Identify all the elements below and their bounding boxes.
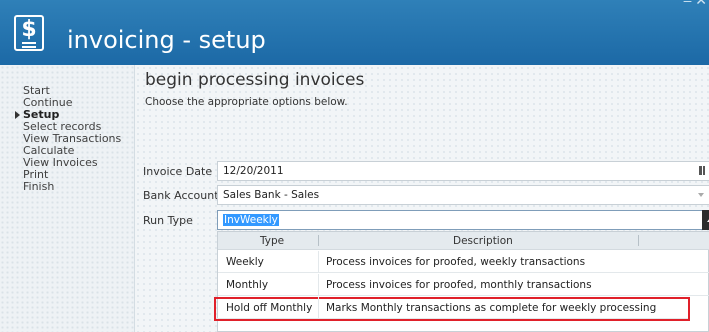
page-title: begin processing invoices bbox=[145, 70, 365, 90]
option-type: Monthly bbox=[226, 279, 269, 291]
run-type-dropdown: Type Description Weekly Process invoices… bbox=[214, 231, 709, 332]
run-type-select[interactable]: InvWeekly bbox=[217, 210, 709, 230]
dropdown-option-hold-off-monthly[interactable]: Hold off Monthly Marks Monthly transacti… bbox=[214, 297, 690, 321]
invoice-dollar-icon: $ bbox=[14, 15, 44, 51]
sidebar-item-finish[interactable]: Finish bbox=[23, 181, 121, 193]
column-header-description: Description bbox=[453, 235, 513, 247]
invoice-date-value: 12/20/2011 bbox=[223, 165, 284, 177]
run-type-value: InvWeekly bbox=[223, 214, 279, 226]
window-title: invoicing - setup bbox=[67, 26, 266, 54]
run-type-label: Run Type bbox=[143, 214, 193, 227]
minimize-icon[interactable]: – ✕ bbox=[684, 0, 707, 9]
wizard-steps: Start Continue Setup Select records View… bbox=[14, 85, 121, 193]
invoice-date-field[interactable]: 12/20/2011 bbox=[217, 161, 709, 181]
option-description: Marks Monthly transactions as complete f… bbox=[326, 302, 657, 314]
bank-account-value: Sales Bank - Sales bbox=[223, 189, 320, 201]
page-subtitle: Choose the appropriate options below. bbox=[145, 96, 348, 108]
sidebar-item-setup[interactable]: Setup bbox=[14, 109, 121, 121]
option-description: Process invoices for proofed, monthly tr… bbox=[326, 279, 592, 291]
chevron-up-icon[interactable] bbox=[702, 210, 709, 230]
option-type: Hold off Monthly bbox=[226, 302, 313, 314]
chevron-down-icon[interactable] bbox=[698, 193, 704, 197]
title-bar: $ invoicing - setup – ✕ bbox=[0, 0, 709, 65]
invoice-date-label: Invoice Date bbox=[143, 165, 213, 178]
bank-account-select[interactable]: Sales Bank - Sales bbox=[217, 185, 709, 205]
sidebar: Start Continue Setup Select records View… bbox=[0, 65, 135, 332]
option-description: Process invoices for proofed, weekly tra… bbox=[326, 256, 586, 268]
calendar-icon[interactable] bbox=[699, 166, 705, 175]
dropdown-option-weekly[interactable]: Weekly Process invoices for proofed, wee… bbox=[218, 251, 709, 273]
bank-account-label: Bank Account bbox=[143, 189, 219, 202]
column-header-type: Type bbox=[260, 235, 285, 247]
main-panel: begin processing invoices Choose the app… bbox=[135, 65, 709, 332]
option-type: Weekly bbox=[226, 256, 264, 268]
dropdown-header: Type Description bbox=[218, 232, 709, 250]
dropdown-option-monthly[interactable]: Monthly Process invoices for proofed, mo… bbox=[218, 274, 709, 296]
